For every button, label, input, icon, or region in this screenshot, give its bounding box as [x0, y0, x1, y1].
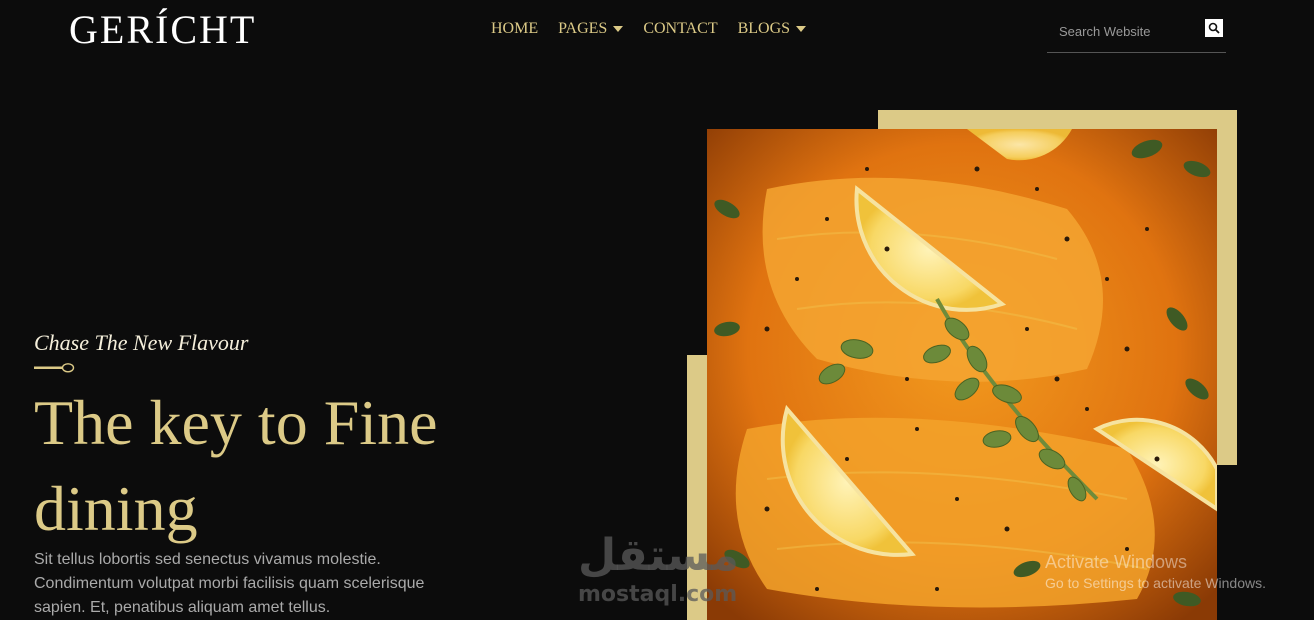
hero-subtitle: Chase The New Flavour [34, 330, 249, 355]
nav-pages-label: PAGES [558, 20, 608, 37]
activate-windows-title: Activate Windows [1045, 552, 1188, 572]
watermark-arabic: مستقل [578, 530, 739, 581]
nav-home[interactable]: HOME [491, 20, 538, 38]
search-icon [1208, 22, 1220, 34]
search-box [1047, 14, 1226, 53]
activate-windows-subtitle: Go to Settings to activate Windows. [1045, 575, 1266, 591]
hero-description: Sit tellus lobortis sed senectus vivamus… [34, 551, 425, 616]
nav-pages[interactable]: PAGES [558, 20, 624, 38]
search-button[interactable] [1205, 19, 1223, 37]
nav-blogs-label: BLOGS [737, 20, 791, 37]
nav-contact-label: CONTACT [643, 20, 718, 37]
search-input[interactable] [1057, 20, 1201, 42]
main-nav: HOME PAGES CONTACT BLOGS [491, 20, 807, 38]
chevron-down-icon [613, 26, 624, 32]
spoon-divider-icon [34, 363, 75, 373]
nav-home-label: HOME [491, 20, 539, 37]
hero-headline: The key to Fine dining [34, 387, 438, 544]
watermark-latin: mostaql.com [578, 582, 738, 607]
brand-logo[interactable]: GERÍCHT [69, 6, 256, 53]
nav-contact[interactable]: CONTACT [643, 20, 717, 38]
chevron-down-icon [796, 26, 807, 32]
nav-blogs[interactable]: BLOGS [737, 20, 807, 38]
hero-food-image [707, 129, 1217, 620]
